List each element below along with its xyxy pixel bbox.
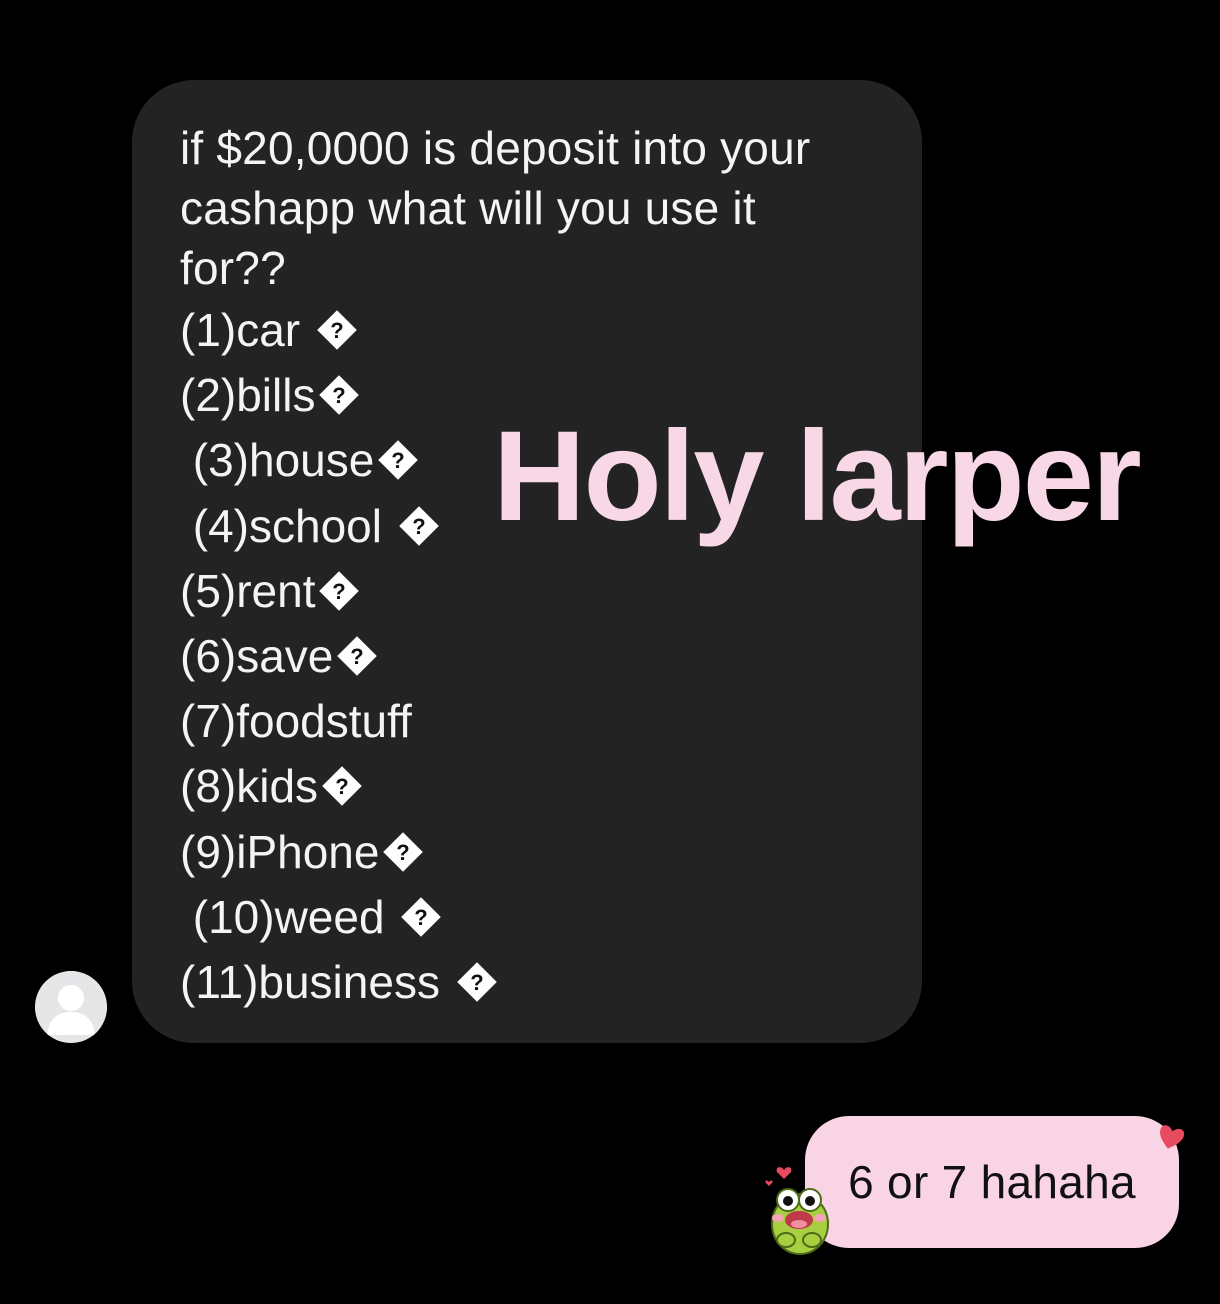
list-item: (4)school ? [180, 496, 441, 556]
list-item: (5)rent? [180, 561, 361, 621]
list-item: (8)kids? [180, 756, 364, 816]
svg-text:?: ? [470, 970, 483, 995]
list-item: (9)iPhone? [180, 822, 425, 882]
svg-text:?: ? [415, 905, 428, 930]
list-item: (11)business ? [180, 952, 499, 1012]
list-item-text: (1)car [180, 304, 313, 356]
svg-text:?: ? [397, 840, 410, 865]
list-item: (2)bills? [180, 365, 361, 425]
list-item-text: (5)rent [180, 565, 316, 617]
replacement-character-icon: ? [315, 308, 359, 352]
message-line: if $20,0000 is deposit into your [180, 122, 811, 174]
list-item-text: (11)business [180, 956, 453, 1008]
svg-text:?: ? [392, 448, 405, 473]
list-item-text: (2)bills [180, 369, 316, 421]
list-item-text: (4)school [180, 500, 395, 552]
list-item-text: (3)house [180, 434, 375, 486]
replacement-character-icon: ? [397, 504, 441, 548]
list-item-text: (10)weed [180, 891, 398, 943]
list-item-text: (8)kids [180, 760, 319, 812]
replacement-character-icon: ? [317, 569, 361, 613]
incoming-message-text: if $20,0000 is deposit into your cashapp… [180, 118, 900, 298]
list-item: (10)weed ? [180, 887, 443, 947]
list-item: (1)car ? [180, 300, 359, 360]
overlay-caption: Holy larper [493, 405, 1142, 548]
list-item: (6)save? [180, 626, 379, 686]
replacement-character-icon: ? [320, 764, 364, 808]
replacement-character-icon: ? [381, 830, 425, 874]
svg-text:?: ? [412, 514, 425, 539]
list-item-text: (9)iPhone [180, 826, 380, 878]
list-item: (7)foodstuff [180, 691, 412, 751]
replacement-character-icon: ? [317, 373, 361, 417]
svg-text:?: ? [330, 318, 343, 343]
list-item-text: (7)foodstuff [180, 695, 412, 747]
svg-text:?: ? [351, 644, 364, 669]
outgoing-message-text: 6 or 7 hahaha [848, 1156, 1136, 1208]
replacement-character-icon: ? [376, 438, 420, 482]
replacement-character-icon: ? [455, 960, 499, 1004]
list-item: (3)house? [180, 430, 420, 490]
svg-text:?: ? [333, 383, 346, 408]
frog-sticker-icon [764, 1162, 834, 1258]
replacement-character-icon: ? [399, 895, 443, 939]
replacement-character-icon: ? [335, 634, 379, 678]
outgoing-message-bubble[interactable]: 6 or 7 hahaha [805, 1116, 1179, 1248]
heart-icon [1156, 1122, 1186, 1152]
message-line: cashapp what will you use it [180, 182, 756, 234]
default-user-avatar-icon [35, 971, 107, 1043]
list-item-text: (6)save [180, 630, 334, 682]
message-line: for?? [180, 242, 286, 294]
sender-avatar[interactable] [35, 971, 107, 1043]
svg-text:?: ? [335, 774, 348, 799]
svg-text:?: ? [333, 579, 346, 604]
